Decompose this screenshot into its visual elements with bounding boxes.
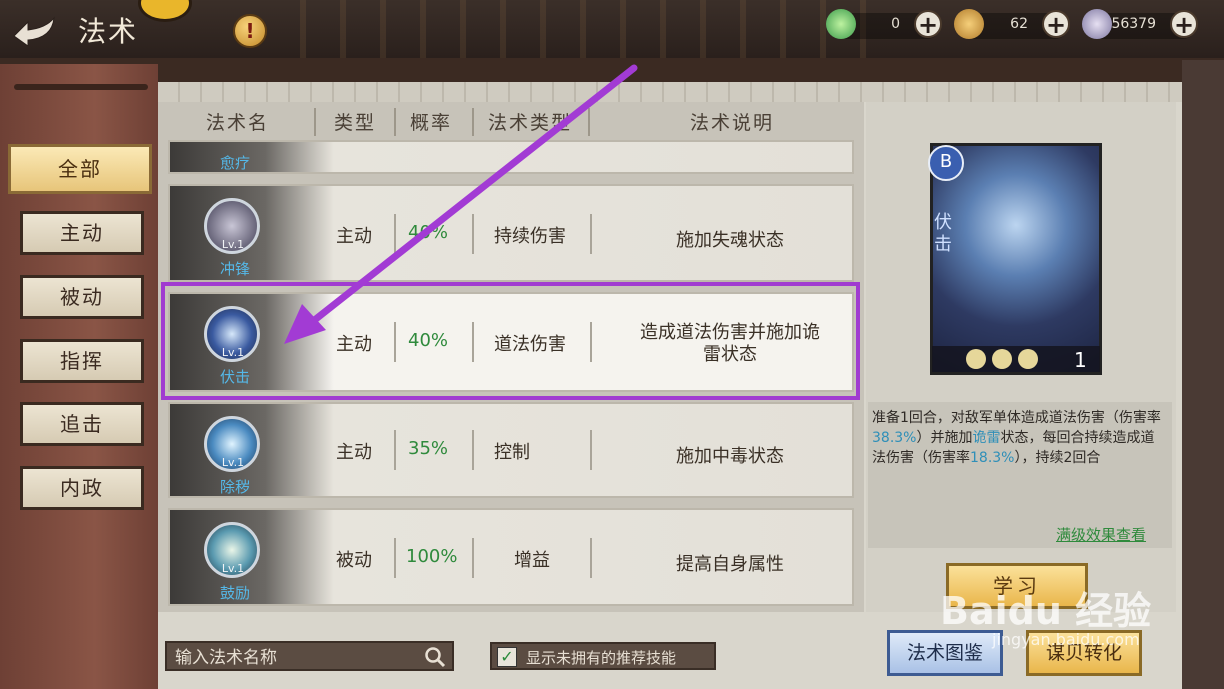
header-divider xyxy=(588,108,590,136)
resource-silver: 56379 + xyxy=(1082,9,1198,39)
card-skill-name: 伏击 xyxy=(934,212,952,255)
table-row[interactable]: Lv.1 冲锋 主动 40% 持续伤害 施加失魂状态 xyxy=(168,184,854,282)
sidebar-item-command[interactable]: 指挥 xyxy=(20,339,144,383)
header-type: 类型 xyxy=(334,112,377,134)
cost-pip-icon xyxy=(966,349,986,369)
search-input[interactable] xyxy=(173,646,417,670)
skill-description: 准备1回合，对敌军单体造成道法伤害（伤害率38.3%）并施加诡雷状态，每回合持续… xyxy=(872,410,1161,466)
baidu-watermark: Baidu 经验 xyxy=(940,589,1152,633)
header-desc: 法术说明 xyxy=(690,112,775,134)
skill-name: 冲锋 xyxy=(219,260,250,278)
codex-button[interactable]: 法术图鉴 xyxy=(887,630,1003,676)
watermark-url: jingyan.baidu.com xyxy=(992,630,1140,649)
table-row[interactable]: Lv.1 鼓励 被动 100% 增益 提高自身属性 xyxy=(168,508,854,606)
sidebar-item-pursuit[interactable]: 追击 xyxy=(20,402,144,446)
table-row[interactable]: Lv.1 除秽 主动 35% 控制 施加中毒状态 xyxy=(168,402,854,498)
skill-name: 愈疗 xyxy=(219,154,250,172)
add-jade-button[interactable]: + xyxy=(914,10,942,38)
cost-pip-icon xyxy=(992,349,1012,369)
page-title: 法术 xyxy=(78,15,139,48)
header-divider xyxy=(314,108,316,136)
cost-pip-icon xyxy=(1018,349,1038,369)
card-count: 1 xyxy=(1074,348,1087,372)
scroll-rod xyxy=(14,84,148,90)
checkmark-icon[interactable]: ✓ xyxy=(497,647,517,667)
panel-edge xyxy=(1182,60,1224,689)
add-silver-button[interactable]: + xyxy=(1170,10,1198,38)
back-arrow-icon[interactable] xyxy=(8,10,58,46)
skill-name: 除秽 xyxy=(219,478,250,496)
recommend-checkbox[interactable]: ✓ 显示未拥有的推荐技能 xyxy=(490,642,716,670)
full-effect-link[interactable]: 满级效果查看 xyxy=(1056,524,1146,545)
palace-background xyxy=(300,0,900,58)
add-copper-button[interactable]: + xyxy=(1042,10,1070,38)
header-divider xyxy=(472,108,474,136)
skill-name: 鼓励 xyxy=(219,584,250,602)
sidebar-item-all[interactable]: 全部 xyxy=(8,144,152,194)
table-header: 法术名 类型 概率 法术类型 法术说明 xyxy=(168,104,856,138)
sidebar-item-active[interactable]: 主动 xyxy=(20,211,144,255)
resource-jade: 0 + xyxy=(826,9,942,39)
panel-frame xyxy=(158,82,1184,102)
header-divider xyxy=(394,108,396,136)
grade-badge: B xyxy=(928,145,964,181)
alert-icon[interactable]: ! xyxy=(233,14,267,48)
search-box xyxy=(165,641,454,671)
sidebar-item-passive[interactable]: 被动 xyxy=(20,275,144,319)
table-row[interactable]: 愈疗 xyxy=(168,140,854,174)
header-name: 法术名 xyxy=(206,112,270,134)
resource-copper: 62 + xyxy=(954,9,1070,39)
header-rate: 概率 xyxy=(410,112,453,134)
copper-coin-icon xyxy=(954,9,984,39)
header-category: 法术类型 xyxy=(488,112,573,134)
jade-currency-icon xyxy=(826,9,856,39)
search-icon[interactable] xyxy=(424,646,446,668)
sidebar-item-internal[interactable]: 内政 xyxy=(20,466,144,510)
highlight-annotation xyxy=(161,282,860,400)
recommend-label: 显示未拥有的推荐技能 xyxy=(526,649,677,667)
silver-ingot-icon xyxy=(1082,9,1112,39)
